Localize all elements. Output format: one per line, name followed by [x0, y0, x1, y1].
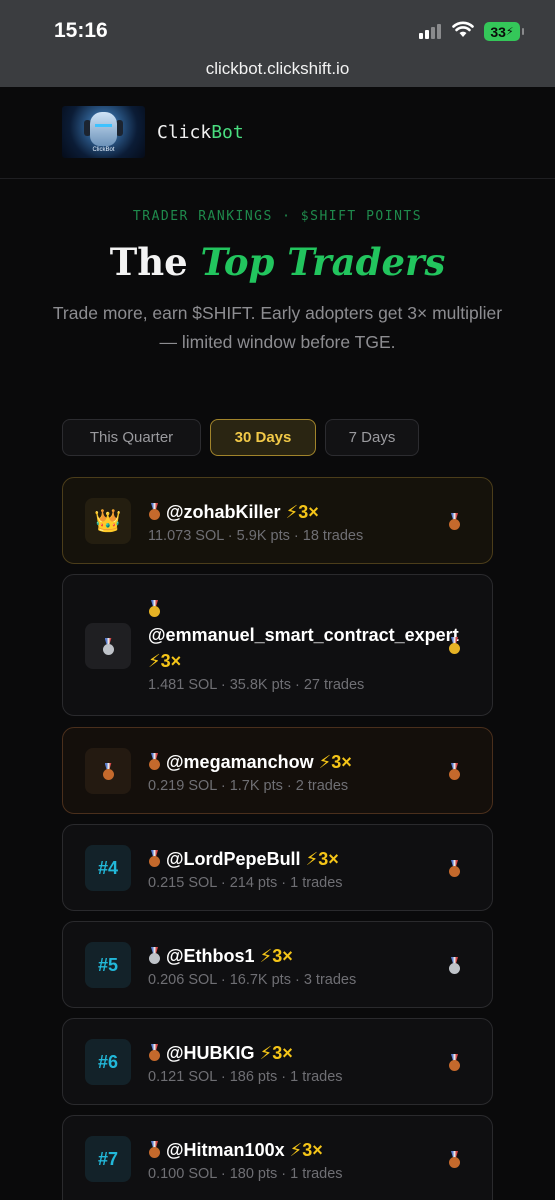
bronze-medal-icon [148, 1044, 161, 1061]
trader-name[interactable]: @Ethbos1 [166, 946, 255, 966]
bronze-medal-icon [148, 1141, 161, 1158]
trader-card-6[interactable]: #6 @HUBKIG ⚡3× 0.121 SOL · 186 pts · 1 t… [62, 1018, 493, 1105]
rank-badge: #6 [85, 1039, 131, 1085]
rank-badge: #5 [85, 942, 131, 988]
bronze-medal-icon [148, 753, 161, 770]
bronze-medal-icon [448, 513, 461, 530]
tab-30-days[interactable]: 30 Days [210, 419, 316, 456]
multiplier-badge: ⚡3× [289, 1140, 323, 1160]
brand-name[interactable]: ClickBot [157, 122, 244, 143]
rank-badge: #4 [85, 845, 131, 891]
status-bar: 15:16 33 ⚡ [0, 0, 555, 56]
trader-card-7[interactable]: #7 @Hitman100x ⚡3× 0.100 SOL · 180 pts ·… [62, 1115, 493, 1200]
bronze-medal-icon [148, 850, 161, 867]
page-title: The Top Traders [109, 240, 446, 284]
trader-stats: 0.215 SOL · 214 pts · 1 trades [148, 875, 343, 891]
tab-this-quarter[interactable]: This Quarter [62, 419, 201, 456]
bronze-medal-icon [448, 1054, 461, 1071]
bronze-medal-icon [448, 763, 461, 780]
trader-stats: 11.073 SOL · 5.9K pts · 18 trades [148, 528, 364, 544]
section-eyebrow: TRADER RANKINGS · $SHIFT POINTS [132, 209, 423, 224]
trader-stats: 0.121 SOL · 186 pts · 1 trades [148, 1069, 343, 1085]
multiplier-badge: ⚡3× [318, 752, 352, 772]
clickbot-logo[interactable]: ClickBot [62, 106, 145, 158]
bronze-medal-icon [85, 748, 131, 794]
trader-name[interactable]: @Hitman100x [166, 1140, 285, 1160]
trader-name[interactable]: @zohabKiller [166, 502, 281, 522]
bronze-medal-icon [148, 503, 161, 520]
page-subtitle: Trade more, earn $SHIFT. Early adopters … [52, 303, 503, 352]
trader-card-5[interactable]: #5 @Ethbos1 ⚡3× 0.206 SOL · 16.7K pts · … [62, 921, 493, 1008]
bronze-medal-icon [448, 1151, 461, 1168]
battery-level: 33 [490, 23, 506, 40]
multiplier-badge: ⚡3× [148, 651, 182, 671]
cellular-signal-icon [419, 24, 441, 39]
trader-stats: 0.219 SOL · 1.7K pts · 2 trades [148, 778, 349, 794]
crown-icon: 👑 [85, 498, 131, 544]
silver-medal-icon [85, 623, 131, 669]
rank-badge: #7 [85, 1136, 131, 1182]
multiplier-badge: ⚡3× [305, 849, 339, 869]
multiplier-badge: ⚡3× [259, 946, 293, 966]
trader-name[interactable]: @LordPepeBull [166, 849, 301, 869]
trader-stats: 0.100 SOL · 180 pts · 1 trades [148, 1166, 343, 1182]
silver-medal-icon [148, 947, 161, 964]
battery-icon: 33 ⚡ [484, 22, 524, 41]
trader-card-3[interactable]: @megamanchow ⚡3× 0.219 SOL · 1.7K pts · … [62, 727, 493, 814]
trader-card-2[interactable]: @emmanuel_smart_contract_expert ⚡3× 1.481… [62, 574, 493, 716]
gold-medal-icon [148, 600, 161, 617]
trader-card-1[interactable]: 👑 @zohabKiller ⚡3× 11.073 SOL · 5.9K pts… [62, 477, 493, 564]
multiplier-badge: ⚡3× [259, 1043, 293, 1063]
status-time: 15:16 [54, 19, 108, 42]
trader-stats: 1.481 SOL · 35.8K pts · 27 trades [148, 677, 365, 693]
bronze-medal-icon [448, 860, 461, 877]
tab-7-days[interactable]: 7 Days [325, 419, 419, 456]
trader-card-4[interactable]: #4 @LordPepeBull ⚡3× 0.215 SOL · 214 pts… [62, 824, 493, 911]
url-text[interactable]: clickbot.clickshift.io [0, 59, 555, 79]
browser-url-bar[interactable]: clickbot.clickshift.io [0, 56, 555, 87]
trader-name[interactable]: @megamanchow [166, 752, 314, 772]
gold-medal-icon [448, 637, 461, 654]
period-tabs: This Quarter 30 Days 7 Days [62, 419, 419, 456]
multiplier-badge: ⚡3× [285, 502, 319, 522]
trader-stats: 0.206 SOL · 16.7K pts · 3 trades [148, 972, 357, 988]
silver-medal-icon [448, 957, 461, 974]
site-header: ClickBot ClickBot [0, 87, 555, 179]
trader-name[interactable]: @HUBKIG [166, 1043, 255, 1063]
wifi-icon [452, 21, 474, 37]
trader-name[interactable]: @emmanuel_smart_contract_expert [148, 625, 459, 645]
